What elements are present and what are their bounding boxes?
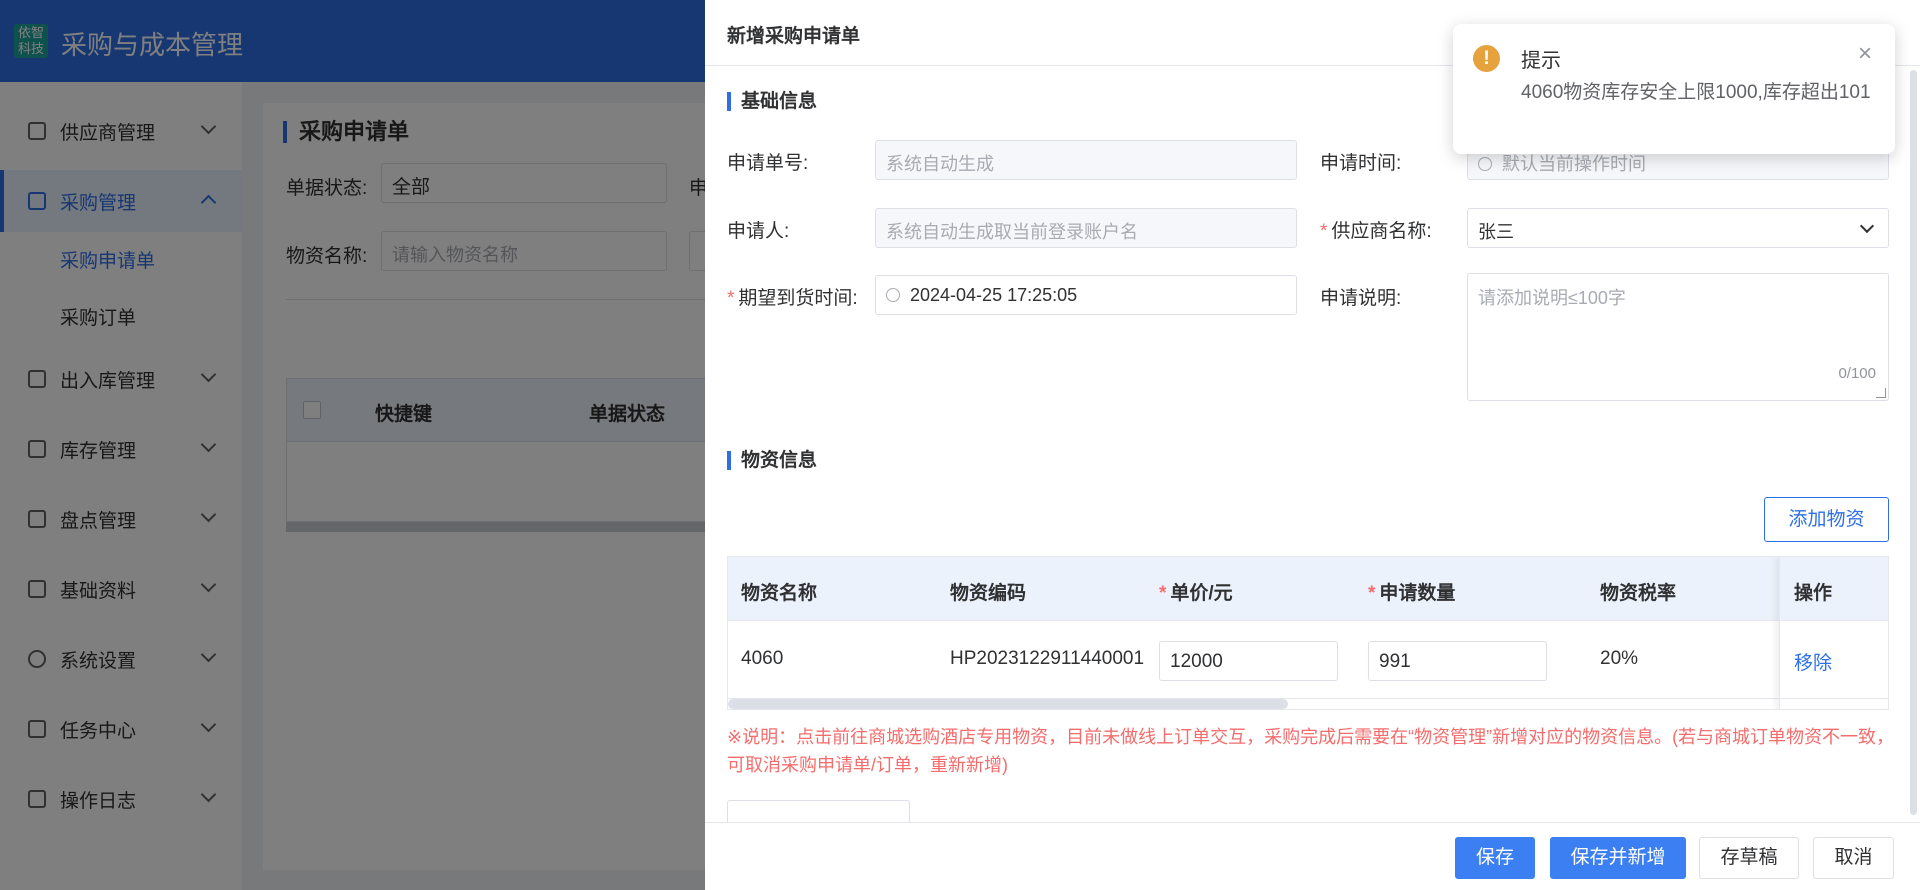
required-mark: * bbox=[727, 288, 735, 309]
material-name-cell: 4060 bbox=[741, 648, 784, 669]
supplier-select[interactable]: 张三 bbox=[1467, 208, 1889, 248]
remark-label: 申请说明: bbox=[1320, 288, 1402, 309]
expected-time-value: 2024-04-25 17:25:05 bbox=[910, 285, 1078, 305]
apply-time-placeholder: 默认当前操作时间 bbox=[1502, 154, 1646, 174]
drawer-title: 新增采购申请单 bbox=[727, 26, 861, 47]
table-horizontal-scrollbar[interactable] bbox=[728, 699, 1288, 709]
expected-time-label-text: 期望到货时间: bbox=[738, 288, 858, 309]
save-draft-button[interactable]: 存草稿 bbox=[1699, 837, 1799, 879]
table-row: 4060 HP2023122911440001 12000 991 20% bbox=[728, 621, 1888, 699]
supplier-label-text: 供应商名称: bbox=[1331, 221, 1432, 242]
column-header-op: 操作 bbox=[1794, 583, 1833, 604]
required-mark: * bbox=[1320, 221, 1328, 242]
save-button[interactable]: 保存 bbox=[1455, 837, 1535, 879]
warning-notification: ! 提示 4060物资库存安全上限1000,库存超出101 × bbox=[1453, 24, 1895, 154]
purchase-note: ※说明：点击前往商城选购酒店专用物资，目前未做线上订单交互，采购完成后需要在“物… bbox=[727, 727, 1895, 775]
order-no-label: 申请单号: bbox=[727, 153, 809, 174]
supplier-label: * 供应商名称: bbox=[1320, 216, 1432, 243]
required-mark: * bbox=[1368, 583, 1376, 604]
basic-info-section-title: 基础信息 bbox=[727, 92, 817, 111]
material-table-header: 物资名称 物资编码 * 单价/元 * 申请数量 物资税率 bbox=[728, 557, 1888, 621]
clock-icon bbox=[1478, 157, 1492, 171]
remark-placeholder: 请添加说明≤100字 bbox=[1478, 288, 1626, 308]
expected-time-label: * 期望到货时间: bbox=[727, 283, 858, 310]
applicant-input: 系统自动生成取当前登录账户名 bbox=[875, 208, 1297, 248]
close-icon[interactable]: × bbox=[1855, 42, 1875, 66]
column-header-tax: 物资税率 bbox=[1600, 583, 1677, 604]
material-table: 物资名称 物资编码 * 单价/元 * 申请数量 物资税率 4060 HP202312… bbox=[727, 556, 1889, 710]
order-no-input: 系统自动生成 bbox=[875, 140, 1297, 180]
remark-textarea[interactable]: 请添加说明≤100字 0/100 bbox=[1467, 273, 1889, 401]
column-header-price-text: 单价/元 bbox=[1170, 583, 1233, 604]
supplier-select-value: 张三 bbox=[1478, 222, 1514, 242]
apply-time-label: 申请时间: bbox=[1320, 153, 1402, 174]
cancel-button[interactable]: 取消 bbox=[1813, 837, 1894, 879]
material-info-section-title: 物资信息 bbox=[727, 451, 817, 470]
column-header-price: * 单价/元 bbox=[1159, 578, 1233, 605]
remove-link[interactable]: 移除 bbox=[1794, 648, 1832, 675]
drawer-footer: 保存 保存并新增 存草稿 取消 bbox=[705, 822, 1920, 890]
notification-title: 提示 bbox=[1521, 50, 1561, 72]
notification-message: 4060物资库存安全上限1000,库存超出101 bbox=[1521, 82, 1871, 103]
tax-rate-cell: 20% bbox=[1600, 648, 1639, 669]
column-header-name: 物资名称 bbox=[741, 583, 818, 604]
applicant-label: 申请人: bbox=[727, 221, 790, 242]
material-code-cell: HP2023122911440001 bbox=[950, 648, 1145, 669]
column-header-qty-text: 申请数量 bbox=[1379, 583, 1456, 604]
quantity-input[interactable]: 991 bbox=[1368, 641, 1547, 681]
required-mark: * bbox=[1159, 583, 1167, 604]
column-header-qty: * 申请数量 bbox=[1368, 578, 1455, 605]
clock-icon bbox=[886, 288, 900, 302]
chevron-down-icon bbox=[1859, 218, 1875, 234]
column-header-code: 物资编码 bbox=[950, 583, 1027, 604]
expected-time-picker[interactable]: 2024-04-25 17:25:05 bbox=[875, 275, 1297, 315]
add-material-button[interactable]: 添加物资 bbox=[1764, 497, 1889, 542]
operation-column: 操作 移除 bbox=[1779, 557, 1888, 709]
drawer-scrollbar[interactable] bbox=[1910, 70, 1917, 815]
remark-char-count: 0/100 bbox=[1838, 365, 1876, 382]
resize-grip-icon[interactable] bbox=[1876, 388, 1886, 398]
save-and-new-button[interactable]: 保存并新增 bbox=[1550, 837, 1686, 879]
unit-price-input[interactable]: 12000 bbox=[1159, 641, 1338, 681]
warning-icon: ! bbox=[1473, 45, 1500, 72]
